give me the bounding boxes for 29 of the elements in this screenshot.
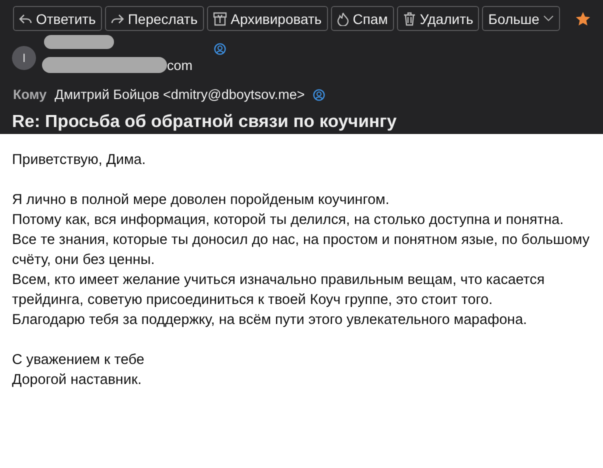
reply-icon [19,12,32,24]
forward-button[interactable]: Переслать [104,6,204,31]
message-paragraph: С уважением к тебе [12,351,146,370]
more-button[interactable]: Больше [482,6,560,31]
sender-avatar: I [12,46,36,70]
trash-icon [402,12,416,26]
contact-icon[interactable] [312,88,325,100]
sender-address: com [167,58,193,72]
message-paragraph: Я лично в полной мере доволен поройденым коучингом. [12,191,390,210]
archive-button[interactable]: Архивировать [206,6,328,31]
spam-button[interactable]: Спам [330,6,394,31]
star-icon[interactable] [575,10,592,26]
message-paragraph: Всем, кто имеет желание учиться изначально правильным вещам, что касается трейдинга, советую присоединиться к твоей Коуч группе, это стоит того. [12,271,546,310]
message-paragraph: Дорогой наставник. [12,371,143,390]
flame-icon [336,12,349,26]
subject: Re: Просьба об обратной связи по коучингу [11,110,398,132]
reply-button[interactable]: Ответить [13,6,102,31]
delete-button[interactable]: Удалить [396,6,480,31]
recipient-address: Дмитрий Бойцов <dmitry@dboytsov.me> [54,87,305,102]
message-paragraph: Потому как, вся информация, которой ты делился, на столько доступна и понятна. [12,211,565,230]
caret-icon [543,15,554,22]
message-paragraph: Благодарю тебя за поддержку, на всём пути этого увлекательного марафона. [12,311,528,330]
archive-icon [212,12,227,26]
contact-icon[interactable] [214,43,226,55]
message-paragraph: Приветствую, Дима. [12,151,147,170]
forward-icon [110,12,124,24]
redaction-mark [44,35,114,49]
message-paragraph: Все те знания, которые ты доносил до нас, на простом и понятном язые, по большому счёту, они без ценны. [12,231,591,270]
recipient-label: Кому [13,87,47,102]
